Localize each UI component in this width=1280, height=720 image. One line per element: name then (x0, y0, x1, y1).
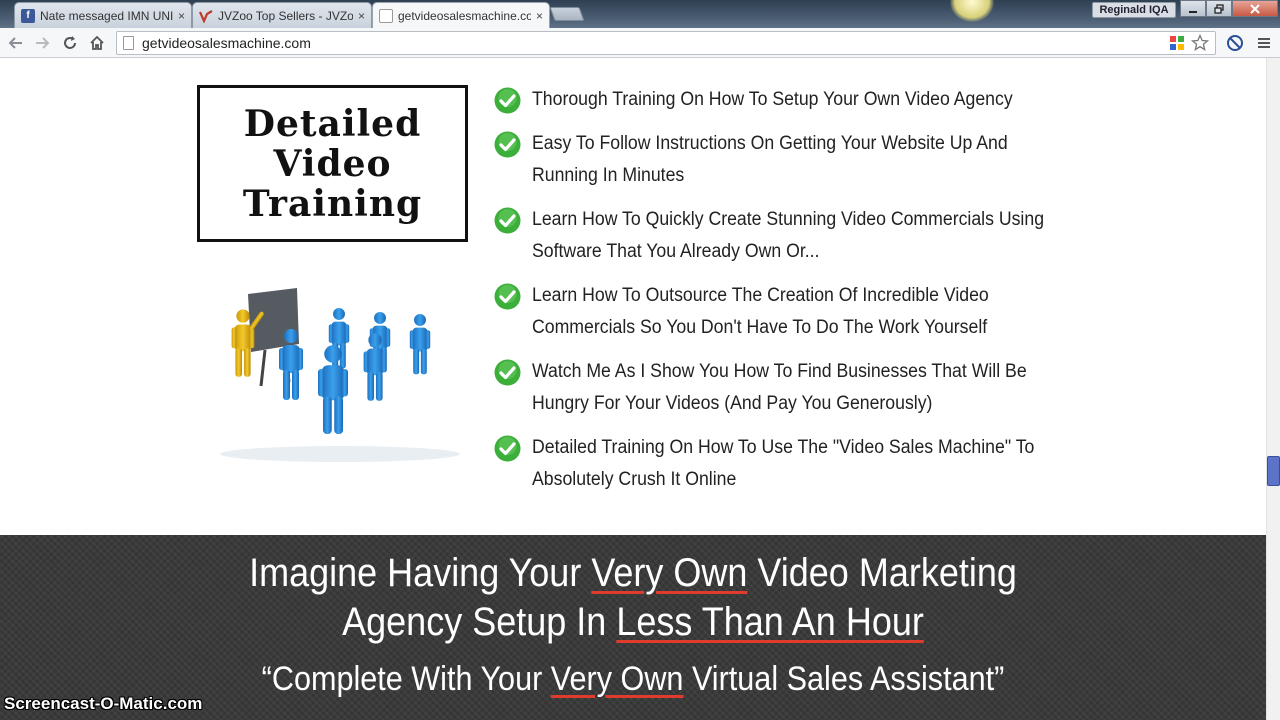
page-icon (123, 36, 134, 50)
close-icon[interactable]: × (178, 9, 185, 23)
feature-text: Learn How To Quickly Create Stunning Vid… (532, 209, 1045, 262)
tab-title: getvideosalesmachine.com (398, 8, 531, 23)
facebook-icon: f (21, 8, 35, 23)
tab-jvzoo[interactable]: JVZoo Top Sellers - JVZoo × (192, 2, 372, 28)
extension-grid-icon[interactable] (1169, 35, 1185, 51)
close-icon[interactable]: × (536, 9, 543, 23)
tab-facebook[interactable]: f Nate messaged IMN UNIV × (14, 2, 192, 28)
feature-item: Thorough Training On How To Setup Your O… (494, 84, 1114, 116)
desktop-light-glow (950, 0, 994, 22)
feature-text: Learn How To Outsource The Creation Of I… (532, 285, 989, 338)
headline-emphasis: Less Than An Hour (616, 600, 924, 644)
headline-text: Video Marketing (747, 551, 1017, 595)
feature-list: Thorough Training On How To Setup Your O… (494, 84, 1114, 508)
address-url: getvideosalesmachine.com (142, 35, 311, 51)
green-check-icon (494, 435, 521, 462)
feature-item: Easy To Follow Instructions On Getting Y… (494, 128, 1114, 192)
subheadline-text: “Complete With Your (261, 660, 551, 698)
menu-icon[interactable] (1256, 35, 1272, 51)
people-training-illustration (220, 288, 460, 462)
browser-toolbar: getvideosalesmachine.com (0, 28, 1280, 58)
feature-item: Learn How To Outsource The Creation Of I… (494, 280, 1114, 344)
headline-text: Agency Setup In (342, 600, 617, 644)
page-icon (379, 8, 393, 23)
web-page: Detailed Video Training Thorough Trainin… (0, 58, 1266, 720)
page-scrollbar[interactable] (1266, 58, 1280, 720)
banner-subheadline: “Complete With Your Very Own Virtual Sal… (63, 659, 1202, 699)
green-check-icon (494, 131, 521, 158)
banner-headline-line2: Agency Setup In Less Than An Hour (63, 598, 1202, 646)
green-check-icon (494, 283, 521, 310)
block-icon[interactable] (1226, 34, 1244, 52)
subheadline-emphasis: Very Own (550, 660, 684, 698)
tab-strip: f Nate messaged IMN UNIV × JVZoo Top Sel… (0, 0, 1280, 28)
feature-item: Watch Me As I Show You How To Find Busin… (494, 356, 1114, 420)
green-check-icon (494, 87, 521, 114)
banner-headline-line1: Imagine Having Your Very Own Video Marke… (63, 549, 1202, 597)
close-icon[interactable]: × (358, 9, 365, 23)
training-box-line: Training (242, 182, 423, 225)
reload-button[interactable] (60, 33, 80, 53)
tab-title: Nate messaged IMN UNIV (40, 8, 173, 23)
feature-text: Detailed Training On How To Use The "Vid… (532, 437, 1035, 490)
scrollbar-thumb[interactable] (1267, 456, 1280, 486)
tab-title: JVZoo Top Sellers - JVZoo (218, 8, 353, 23)
feature-text: Easy To Follow Instructions On Getting Y… (532, 133, 1008, 186)
new-tab-button[interactable] (549, 7, 585, 21)
window-close-button[interactable] (1232, 0, 1278, 17)
feature-item: Detailed Training On How To Use The "Vid… (494, 432, 1114, 496)
address-bar[interactable]: getvideosalesmachine.com (116, 31, 1216, 55)
bookmark-star-icon[interactable] (1191, 34, 1209, 52)
back-arrow-icon (8, 37, 22, 49)
feature-text: Thorough Training On How To Setup Your O… (532, 89, 1013, 110)
headline-text: Imagine Having Your (249, 551, 592, 595)
close-icon (1250, 3, 1260, 14)
forward-button[interactable] (32, 33, 52, 53)
subheadline-text: Virtual Sales Assistant” (683, 660, 1005, 698)
forward-arrow-icon (36, 37, 50, 49)
profile-user-badge[interactable]: Reginald IQA (1092, 2, 1176, 18)
screencast-watermark: Screencast-O-Matic.com (4, 694, 203, 713)
green-check-icon (494, 207, 521, 234)
minimize-icon (1189, 10, 1197, 13)
headline-emphasis: Very Own (591, 551, 748, 595)
feature-item: Learn How To Quickly Create Stunning Vid… (494, 204, 1114, 268)
back-button[interactable] (6, 33, 26, 53)
jvzoo-icon (199, 9, 213, 23)
detailed-video-training-box: Detailed Video Training (197, 85, 468, 242)
training-box-line: Detailed (243, 102, 422, 145)
reload-icon (64, 36, 76, 49)
green-check-icon (494, 359, 521, 386)
tab-getvideosalesmachine[interactable]: getvideosalesmachine.com × (372, 2, 550, 28)
minimize-button[interactable] (1180, 0, 1206, 17)
maximize-button[interactable] (1206, 0, 1232, 17)
restore-icon (1214, 3, 1224, 14)
headline-banner: Imagine Having Your Very Own Video Marke… (0, 535, 1266, 720)
home-button[interactable] (87, 33, 107, 53)
home-icon (90, 35, 104, 50)
feature-text: Watch Me As I Show You How To Find Busin… (532, 361, 1027, 414)
training-box-line: Video (273, 142, 392, 185)
